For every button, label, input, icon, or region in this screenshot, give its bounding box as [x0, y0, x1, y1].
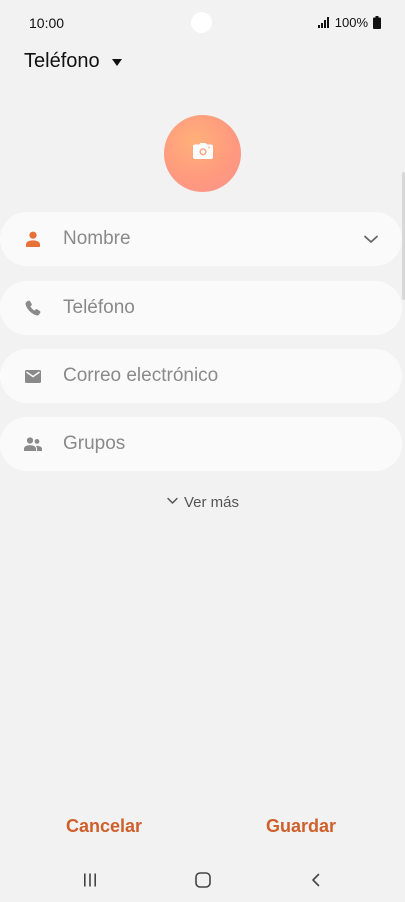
- name-placeholder: Nombre: [63, 228, 131, 249]
- phone-field[interactable]: Teléfono: [0, 281, 402, 335]
- name-field[interactable]: Nombre: [0, 212, 402, 266]
- groups-icon: [24, 435, 42, 453]
- battery-percentage: 100%: [334, 15, 368, 30]
- chevron-down-icon[interactable]: [362, 230, 380, 248]
- back-icon[interactable]: [306, 870, 326, 890]
- phone-icon: [24, 299, 42, 317]
- show-more-label: Ver más: [183, 494, 240, 511]
- chevron-down-icon: [166, 494, 179, 511]
- save-button[interactable]: Guardar: [266, 816, 336, 837]
- camera-icon: [192, 143, 213, 164]
- email-placeholder: Correo electrónico: [63, 365, 219, 386]
- mail-icon: [24, 367, 42, 385]
- person-icon: [24, 230, 42, 248]
- show-more-button[interactable]: Ver más: [0, 494, 405, 511]
- signal-icon: [317, 17, 330, 28]
- groups-field[interactable]: Grupos: [0, 417, 402, 471]
- front-camera-cutout: [191, 12, 212, 33]
- recent-apps-icon[interactable]: [80, 870, 100, 890]
- navigation-bar: [0, 858, 405, 902]
- add-photo-button[interactable]: [164, 115, 241, 192]
- cancel-button[interactable]: Cancelar: [66, 816, 142, 837]
- storage-location-dropdown[interactable]: Teléfono: [24, 50, 122, 73]
- status-bar: 10:00 100%: [0, 0, 405, 46]
- caret-down-icon: [111, 58, 122, 66]
- phone-placeholder: Teléfono: [63, 297, 135, 318]
- home-icon[interactable]: [193, 870, 213, 890]
- storage-location-label: Teléfono: [24, 50, 100, 72]
- groups-placeholder: Grupos: [63, 433, 126, 454]
- email-field[interactable]: Correo electrónico: [0, 349, 402, 403]
- status-indicators: 100%: [317, 15, 381, 30]
- status-time: 10:00: [29, 15, 65, 31]
- battery-icon: [373, 16, 381, 29]
